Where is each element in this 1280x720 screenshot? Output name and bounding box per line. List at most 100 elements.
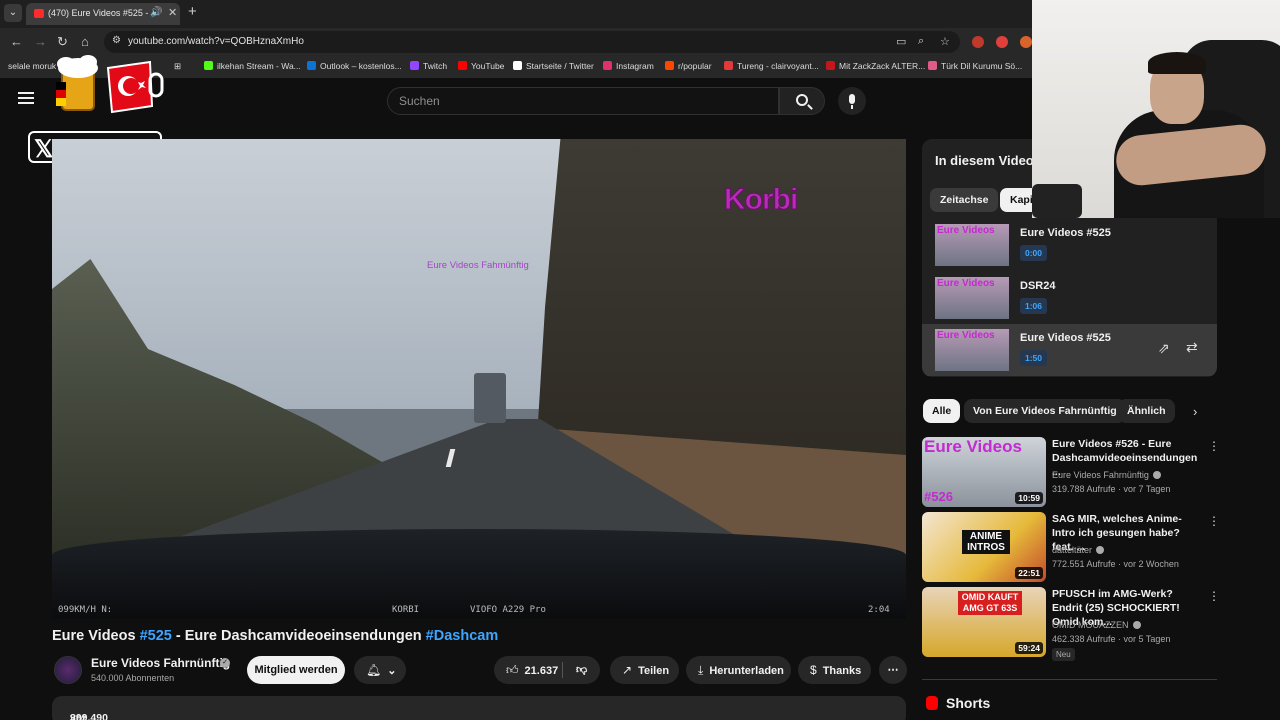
more-options-icon[interactable]: ⋮: [1208, 589, 1220, 603]
address-bar[interactable]: ⚙ youtube.com/watch?v=QOBHznaXmHo ▭ ⌕ ☆: [104, 31, 960, 53]
filter-chip-all[interactable]: Alle: [923, 399, 961, 423]
thanks-button[interactable]: $ Thanks: [798, 656, 871, 684]
bookmark-item[interactable]: Instagram: [603, 61, 654, 71]
chapter-thumb-text: Eure Videos: [937, 278, 995, 289]
bookmark-item[interactable]: ilkehan Stream - Wa...: [204, 61, 301, 71]
recommended-video[interactable]: ANIME INTROS 22:51 SAG MIR, welches Anim…: [922, 512, 1220, 582]
chapter-title: Eure Videos #525: [1020, 332, 1111, 344]
home-icon[interactable]: ⌂: [81, 34, 89, 49]
close-tab-icon[interactable]: ✕: [168, 6, 177, 19]
extension-icon[interactable]: [972, 36, 984, 48]
youtube-favicon-icon: [34, 9, 44, 18]
chapter-item[interactable]: Eure Videos DSR24 1:06: [922, 272, 1217, 324]
join-button[interactable]: Mitglied werden: [247, 656, 345, 684]
channel-line[interactable]: OMID MOUAZZEN: [1052, 620, 1141, 630]
hashtag-link[interactable]: #525: [140, 628, 172, 644]
video-duration: 10:59: [1015, 492, 1043, 504]
bookmark-item[interactable]: r/popular: [665, 61, 712, 71]
bookmark-item[interactable]: YouTube: [458, 61, 504, 71]
new-badge: Neu: [1052, 648, 1075, 661]
video-thumbnail[interactable]: ANIME INTROS 22:51: [922, 512, 1046, 582]
more-actions-button[interactable]: ⋯: [879, 656, 907, 684]
tab-title: (470) Eure Videos #525 - Eu: [48, 8, 148, 18]
share-button[interactable]: ↗ Teilen: [610, 656, 679, 684]
thanks-label: Thanks: [822, 665, 862, 677]
loop-icon[interactable]: ⇄: [1186, 339, 1198, 356]
extension-icon[interactable]: [1020, 36, 1032, 48]
new-tab-button[interactable]: +: [188, 3, 197, 20]
search-button[interactable]: [779, 87, 825, 115]
bookmark-item[interactable]: Startseite / Twitter: [513, 61, 594, 71]
chapter-time[interactable]: 1:06: [1020, 298, 1048, 314]
chapter-thumb-text: Eure Videos: [937, 225, 995, 236]
share-icon[interactable]: ⇗: [1158, 340, 1170, 357]
voice-search-button[interactable]: [838, 87, 866, 115]
hashtag-link[interactable]: #Dashcam: [426, 628, 499, 644]
extension-icon[interactable]: [996, 36, 1008, 48]
video-player[interactable]: Korbi Eure Videos Fahmünftig 099KM/H N: …: [52, 139, 906, 619]
bookmark-star-icon[interactable]: ☆: [940, 35, 950, 48]
filter-chip-related[interactable]: Ähnlich: [1118, 399, 1175, 423]
download-button[interactable]: ⤓ Herunterladen: [686, 656, 791, 684]
channel-avatar[interactable]: [54, 656, 82, 684]
description-box[interactable]: 399.490 Aufrufe vor 11 Tagen: [52, 696, 906, 720]
thumbnail-number: #526: [924, 489, 953, 504]
chapter-item[interactable]: Eure Videos Eure Videos #525 0:00: [922, 219, 1217, 271]
shorts-icon: [926, 696, 938, 710]
browser-tab[interactable]: (470) Eure Videos #525 - Eu 🔊 ✕: [26, 3, 180, 25]
like-count[interactable]: 21.637: [525, 665, 559, 677]
channel-name: datteltäter: [1052, 545, 1093, 555]
chapter-time[interactable]: 0:00: [1020, 245, 1048, 261]
apps-icon[interactable]: ⊞: [174, 61, 181, 72]
tab-search-button[interactable]: ⌄: [4, 4, 22, 22]
zackzack-icon: [826, 61, 835, 70]
zoom-icon[interactable]: ⌕: [918, 35, 924, 48]
back-icon[interactable]: ←: [10, 34, 23, 49]
url-text: youtube.com/watch?v=QOBHznaXmHo: [128, 36, 304, 47]
bookmark-item[interactable]: Türk Dil Kurumu Sö...: [928, 61, 1022, 71]
channel-line[interactable]: datteltäter: [1052, 545, 1105, 555]
x-logo-icon: 𝕏: [34, 136, 54, 163]
kick-icon: [204, 61, 213, 70]
recommended-video[interactable]: OMID KAUFT AMG GT 63S 59:24 PFUSCH im AM…: [922, 587, 1220, 661]
chapters-heading: In diesem Video: [935, 153, 1034, 168]
download-label: Herunterladen: [709, 665, 784, 677]
search-field[interactable]: [387, 87, 779, 115]
reddit-icon: [665, 61, 674, 70]
webcam-microphone: [1032, 184, 1082, 218]
video-timestamp: 2:04: [868, 605, 890, 615]
bookmark-item[interactable]: Tureng - clairvoyant...: [724, 61, 819, 71]
video-thumbnail[interactable]: OMID KAUFT AMG GT 63S 59:24: [922, 587, 1046, 657]
search-icon: [796, 94, 808, 106]
bookmark-item[interactable]: Outlook – kostenlos...: [307, 61, 402, 71]
filter-chip-channel[interactable]: Von Eure Videos Fahrnünftig: [964, 399, 1126, 423]
forward-icon[interactable]: →: [34, 34, 47, 49]
chapter-item[interactable]: Eure Videos Eure Videos #525 1:50 ⇗ ⇄: [922, 324, 1217, 376]
channel-name[interactable]: Eure Videos Fahrnünftig: [91, 656, 230, 670]
bookmark-item[interactable]: Twitch: [410, 61, 447, 71]
bookmark-item[interactable]: Mit ZackZack ALTER...: [826, 61, 925, 71]
search-input[interactable]: [388, 88, 778, 114]
more-options-icon[interactable]: ⋮: [1208, 439, 1220, 453]
video-duration: 59:24: [1015, 642, 1043, 654]
video-truck: [474, 373, 506, 423]
twitch-icon: [410, 61, 419, 70]
recommended-video[interactable]: Eure Videos #526 10:59 Eure Videos #526 …: [922, 437, 1220, 507]
cast-icon[interactable]: ▭: [896, 35, 906, 48]
chapter-time[interactable]: 1:50: [1020, 350, 1048, 366]
video-thumbnail[interactable]: Eure Videos #526 10:59: [922, 437, 1046, 507]
notifications-button[interactable]: 🔔︎ ⌄: [354, 656, 406, 684]
dislike-icon[interactable]: 👎︎: [576, 656, 587, 684]
site-info-icon[interactable]: ⚙: [112, 35, 121, 46]
tab-timeline[interactable]: Zeitachse: [930, 188, 999, 212]
like-icon[interactable]: 👍︎: [506, 656, 519, 684]
more-options-icon[interactable]: ⋮: [1208, 514, 1220, 528]
chevron-right-icon[interactable]: ›: [1193, 404, 1197, 419]
outlook-icon: [307, 61, 316, 70]
channel-line[interactable]: Eure Videos Fahrnünftig: [1052, 470, 1161, 480]
speaker-icon[interactable]: 🔊: [150, 7, 162, 18]
verified-icon: [1132, 621, 1141, 629]
menu-icon[interactable]: [18, 92, 34, 104]
upload-date: vor 11 Tagen: [70, 712, 87, 720]
bookmark-item[interactable]: selale moruk: [8, 61, 56, 71]
